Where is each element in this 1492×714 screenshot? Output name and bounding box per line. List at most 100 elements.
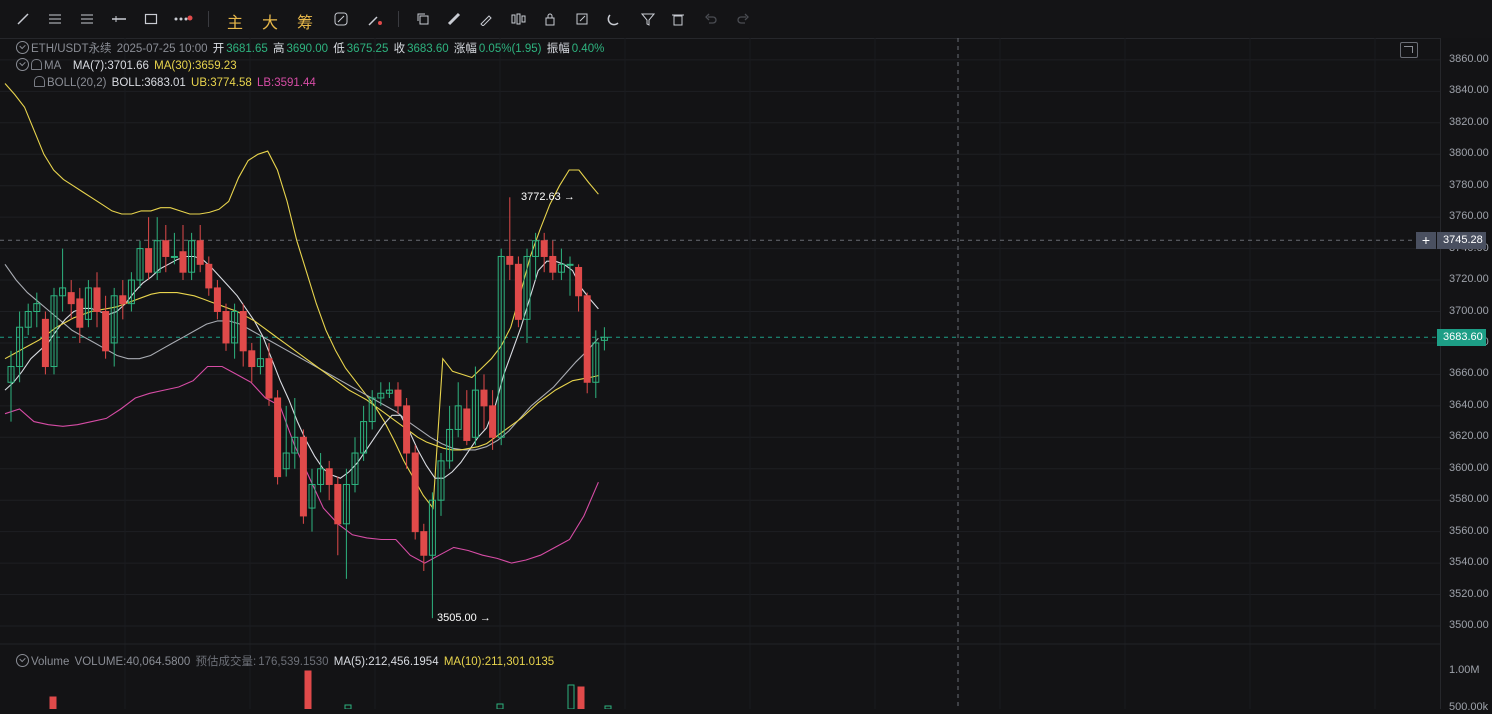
candle-body: [162, 240, 170, 257]
candle-body: [145, 248, 153, 273]
candle-body: [196, 240, 204, 265]
volume-bar: [344, 704, 352, 710]
candle-body: [334, 483, 342, 525]
volume-axis-tick: 1.00M: [1449, 664, 1480, 676]
candle-body: [102, 311, 110, 352]
open-value: 3681.65: [226, 43, 268, 55]
candle-body: [239, 311, 247, 352]
candle-body: [394, 389, 402, 407]
candle-body: [514, 263, 522, 320]
candle-body: [403, 405, 411, 454]
boll-lb-value: LB:3591.44: [256, 77, 316, 89]
price-axis-tick: 3580.00: [1449, 493, 1489, 506]
ma-legend: MA MA(7):3701.66 MA(30):3659.23: [16, 58, 239, 72]
price-axis-tick: 3840.00: [1449, 84, 1489, 97]
amplitude-label: 振幅: [546, 43, 570, 55]
add-alert-plus-icon[interactable]: +: [1416, 232, 1436, 249]
more-tools-icon[interactable]: [172, 8, 194, 30]
edit-note-icon[interactable]: [571, 8, 593, 30]
price-axis-tick: 3660.00: [1449, 367, 1489, 380]
volume-axis-tick-2: 500.00k: [1449, 701, 1489, 713]
candle-body: [213, 287, 221, 313]
candle-body: [549, 255, 557, 273]
close-value: 3683.60: [407, 43, 449, 55]
candle-body: [583, 295, 591, 383]
visibility-icon[interactable]: [16, 58, 29, 71]
parallel-channel-icon[interactable]: [76, 8, 98, 30]
visibility-icon[interactable]: [16, 41, 29, 54]
ruler-icon[interactable]: [443, 8, 465, 30]
candle-body: [489, 405, 497, 438]
candle-body: [480, 389, 488, 407]
auto-draw-icon[interactable]: [330, 8, 352, 30]
candle-body: [119, 295, 127, 305]
high-price-marker: 3772.63 →: [521, 191, 575, 203]
large-order-button[interactable]: 大: [262, 9, 278, 33]
ohlc-legend: ETH/USDT永续 2025-07-25 10:00 开 3681.65 高 36…: [16, 40, 606, 56]
high-value: 3690.00: [286, 43, 329, 55]
price-axis-tick: 3600.00: [1449, 461, 1489, 474]
drawing-toolbar: 主 大 筹: [0, 0, 1492, 39]
volume-bar: [304, 670, 312, 710]
boll-mid-value: BOLL:3683.01: [111, 77, 186, 89]
ma-indicator-name: MA: [44, 60, 62, 72]
horizontal-lines-icon[interactable]: [44, 8, 66, 30]
rectangle-icon[interactable]: [140, 8, 162, 30]
volume-indicator-name: Volume: [31, 656, 70, 668]
candle-body: [222, 311, 230, 344]
ma30-line: [4, 292, 599, 451]
boll-ub-value: UB:3774.58: [191, 77, 252, 89]
alert-icon[interactable]: [31, 59, 42, 70]
crosshair-price-tag: 3745.28: [1437, 232, 1486, 249]
low-label: 低: [333, 43, 345, 55]
boll-indicator-name: BOLL(20,2): [47, 77, 107, 89]
candle-body: [205, 263, 213, 289]
symbol-name: ETH/USDT永续: [31, 43, 112, 55]
low-price-marker: 3505.00 →: [437, 612, 491, 624]
chips-button[interactable]: 筹: [297, 9, 313, 33]
horizontal-ray-icon[interactable]: [108, 8, 130, 30]
change-value: 0.05%(1.95): [478, 43, 542, 55]
candle-body: [248, 350, 256, 368]
main-indicator-button[interactable]: 主: [227, 9, 243, 33]
candle-body: [420, 531, 428, 556]
candlestick-chart[interactable]: [0, 38, 1440, 710]
visibility-icon[interactable]: [16, 654, 29, 667]
undo-icon[interactable]: [700, 8, 722, 30]
high-label: 高: [273, 43, 285, 55]
price-axis-tick: 3800.00: [1449, 147, 1489, 160]
price-axis-tick: 3820.00: [1449, 115, 1489, 128]
lock-icon[interactable]: [539, 8, 561, 30]
candle-body: [411, 452, 419, 533]
copy-icon[interactable]: [412, 8, 434, 30]
brush-icon[interactable]: [475, 8, 497, 30]
price-axis-tick: 3860.00: [1449, 52, 1489, 65]
price-axis-tick: 3520.00: [1449, 587, 1489, 600]
trend-line-icon[interactable]: [12, 8, 34, 30]
price-axis-tick: 3500.00: [1449, 619, 1489, 631]
toolbar-divider: [208, 11, 209, 27]
estimated-volume-label: 预估成交量:: [195, 656, 257, 668]
price-chart[interactable]: [0, 38, 1440, 710]
price-axis-tick: 3720.00: [1449, 273, 1489, 286]
filter-icon[interactable]: [637, 8, 659, 30]
magic-pen-icon[interactable]: [364, 8, 386, 30]
candle-body: [566, 263, 574, 266]
redo-icon[interactable]: [732, 8, 754, 30]
price-axis-tick: 3760.00: [1449, 210, 1489, 223]
magnet-icon[interactable]: [603, 8, 625, 30]
candle-pattern-icon[interactable]: [507, 8, 529, 30]
estimated-volume-value: 176,539.1530: [258, 656, 329, 668]
close-label: 收: [393, 43, 406, 55]
trash-icon[interactable]: [667, 8, 689, 30]
candle-body: [170, 255, 178, 258]
fullscreen-icon[interactable]: [1400, 42, 1418, 58]
candle-body: [325, 468, 333, 485]
candle-body: [540, 240, 548, 257]
alert-icon[interactable]: [34, 76, 45, 87]
candle-body: [93, 287, 101, 313]
price-axis-tick: 3620.00: [1449, 430, 1489, 443]
price-axis[interactable]: 3860.00 3840.00 3820.00 3800.00 3780.00 3760.…: [1440, 38, 1492, 713]
candle-body: [463, 408, 471, 441]
boll-legend: BOLL(20,2) BOLL:3683.01 UB:3774.58 LB:35…: [34, 76, 318, 89]
